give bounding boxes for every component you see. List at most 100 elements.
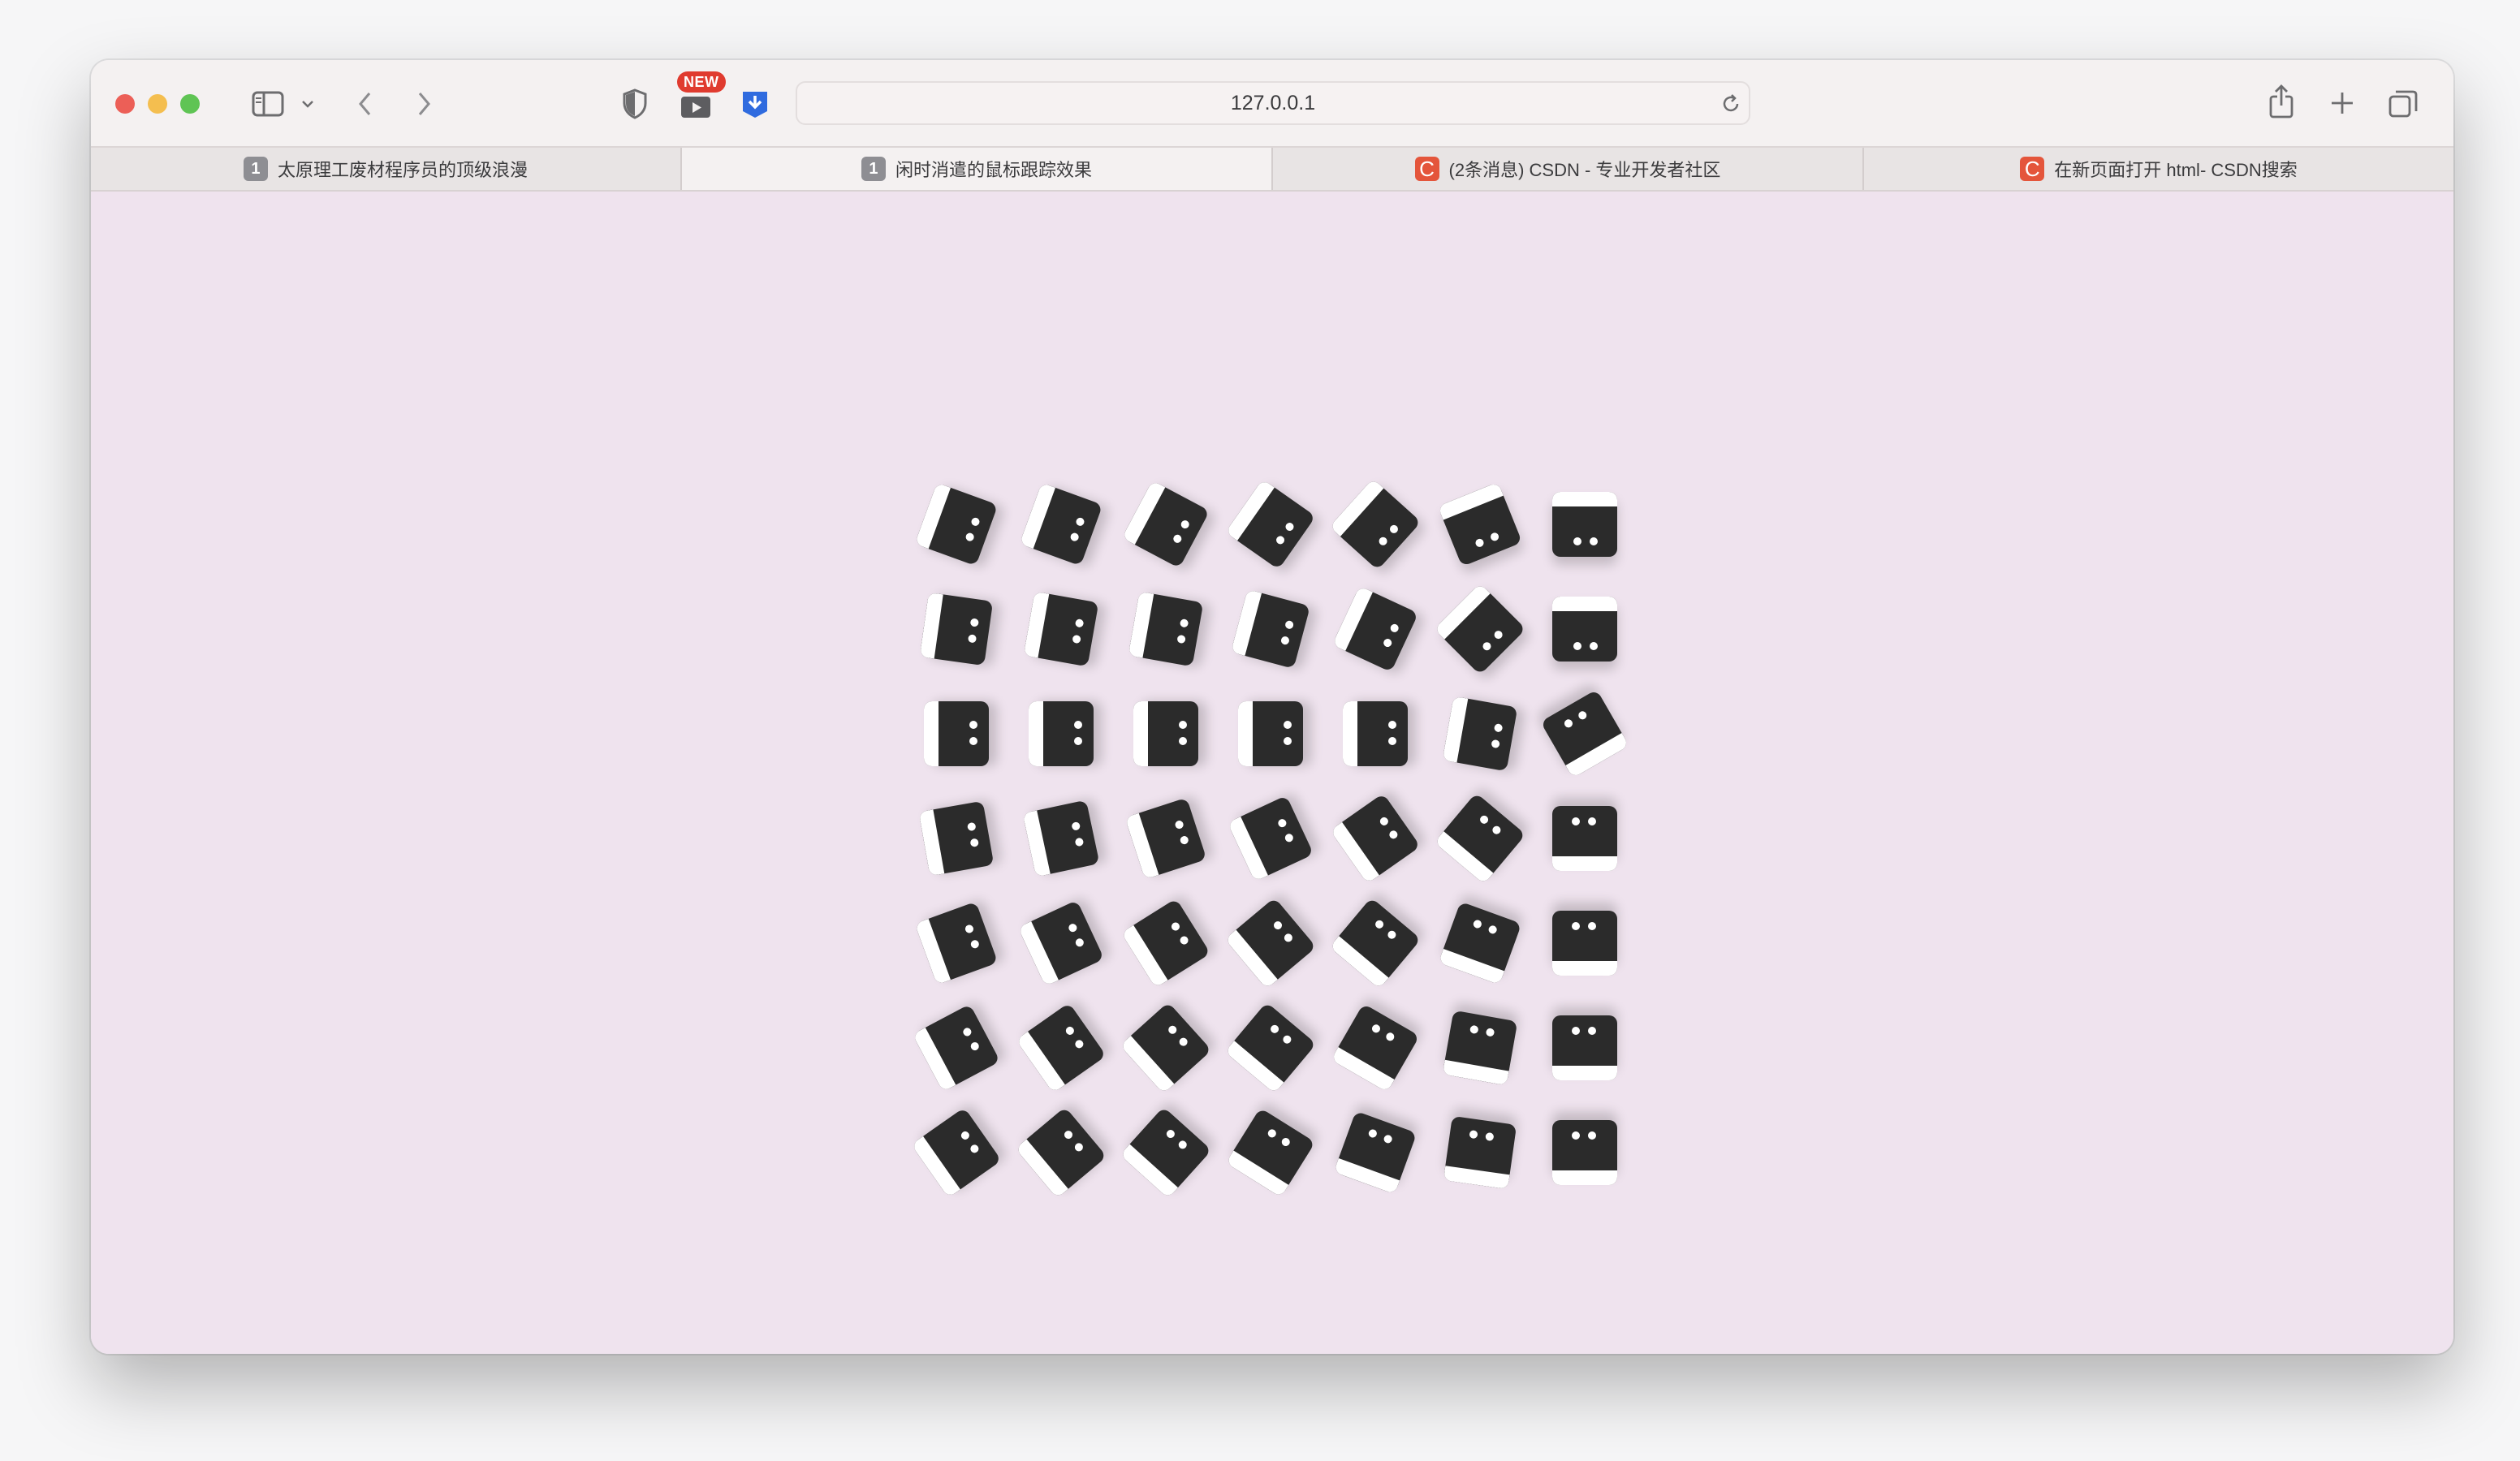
- face-box: [912, 1003, 1001, 1093]
- face-eye-left: [1172, 533, 1184, 545]
- face-eye-right: [1478, 813, 1491, 825]
- face-box: [1224, 1002, 1317, 1094]
- sidebar-icon[interactable]: [250, 89, 286, 119]
- shield-icon[interactable]: [620, 88, 649, 120]
- face-cell: [1533, 891, 1637, 995]
- face-strip: [1225, 479, 1275, 541]
- face-strip: [1015, 1139, 1068, 1199]
- face-box: [1120, 898, 1211, 989]
- face-strip: [1120, 1144, 1179, 1199]
- download-extension-icon[interactable]: [739, 88, 771, 120]
- face-box: [1333, 1110, 1418, 1195]
- face-box: [1017, 899, 1105, 987]
- face-strip: [1552, 1066, 1617, 1080]
- face-eye-left: [1279, 636, 1291, 646]
- tab-1[interactable]: 1 太原理工废材程序员的顶级浪漫: [91, 148, 682, 190]
- face-strip: [1017, 921, 1059, 987]
- face-cell: [1323, 1101, 1427, 1205]
- face-eye-left: [1588, 922, 1596, 930]
- face-cell: [904, 787, 1008, 890]
- face-cell: [904, 1101, 1008, 1205]
- face-eye-left: [1284, 832, 1295, 843]
- close-window-button[interactable]: [115, 94, 135, 114]
- face-strip: [1238, 701, 1253, 766]
- face-strip: [1333, 1157, 1400, 1195]
- address-bar[interactable]: 127.0.0.1: [796, 81, 1750, 125]
- face-eye-right: [970, 516, 981, 528]
- face-cell: [1009, 472, 1113, 576]
- face-strip: [1225, 1150, 1289, 1198]
- face-box: [919, 592, 994, 666]
- zoom-window-button[interactable]: [180, 94, 200, 114]
- face-cell: [1009, 577, 1113, 681]
- face-cell: [1533, 1101, 1637, 1205]
- face-eye-left: [1588, 1131, 1596, 1140]
- video-extension-icon[interactable]: [679, 89, 713, 120]
- face-strip: [1442, 1059, 1509, 1086]
- back-icon[interactable]: [354, 89, 377, 119]
- face-cell: [1428, 577, 1532, 681]
- face-box: [1128, 591, 1204, 667]
- face-box: [1227, 795, 1314, 882]
- tab-3[interactable]: C (2条消息) CSDN - 专业开发者社区: [1273, 148, 1864, 190]
- face-eye-right: [1174, 819, 1184, 830]
- face-strip: [1438, 948, 1505, 985]
- tab-favicon: 1: [861, 157, 886, 181]
- face-cell: [1009, 1101, 1113, 1205]
- minimize-window-button[interactable]: [148, 94, 167, 114]
- face-cell: [1533, 682, 1637, 786]
- share-icon[interactable]: [2267, 83, 2296, 120]
- face-strip: [1552, 856, 1617, 871]
- face-box: [1552, 911, 1617, 976]
- tab-4[interactable]: C 在新页面打开 html- CSDN搜索: [1864, 148, 2453, 190]
- face-eye-left: [1487, 924, 1499, 935]
- face-strip: [1128, 591, 1154, 658]
- face-eye-left: [1074, 937, 1085, 948]
- tab-title: (2条消息) CSDN - 专业开发者社区: [1448, 160, 1721, 180]
- chevron-down-icon[interactable]: [299, 96, 317, 112]
- face-eye-left: [1275, 534, 1287, 546]
- face-box: [1225, 1107, 1316, 1198]
- face-cell: [1114, 682, 1218, 786]
- face-eye-left: [1491, 824, 1503, 836]
- new-badge: NEW: [677, 71, 726, 93]
- tab-title: 太原理工废材程序员的顶级浪漫: [277, 160, 528, 180]
- face-strip: [1019, 482, 1056, 549]
- new-tab-icon[interactable]: [2328, 89, 2356, 117]
- face-strip: [1552, 597, 1617, 611]
- face-box: [1224, 897, 1317, 989]
- face-strip: [1120, 924, 1168, 989]
- face-cell: [904, 996, 1008, 1100]
- face-cell: [1533, 996, 1637, 1100]
- face-eye-right: [1266, 1127, 1278, 1140]
- forward-icon[interactable]: [412, 89, 435, 119]
- face-cell: [1114, 996, 1218, 1100]
- reload-icon[interactable]: [1720, 93, 1742, 115]
- tab-overview-icon[interactable]: [2387, 88, 2419, 120]
- face-eye-left: [969, 1041, 981, 1052]
- face-eye-right: [1572, 817, 1580, 825]
- face-eye-left: [1573, 642, 1581, 650]
- face-eye-right: [1075, 516, 1085, 528]
- face-eye-right: [1370, 1023, 1382, 1035]
- face-eye-left: [1377, 535, 1389, 547]
- face-eye-right: [1064, 1024, 1076, 1036]
- face-cell: [1428, 472, 1532, 576]
- face-eye-right: [969, 721, 977, 729]
- face-cell: [1533, 787, 1637, 890]
- face-cell: [1219, 1101, 1323, 1205]
- face-box: [911, 1107, 1002, 1198]
- face-box: [1238, 701, 1303, 766]
- face-eye-right: [1067, 922, 1079, 933]
- face-strip: [1331, 1047, 1395, 1093]
- face-box: [1331, 585, 1419, 673]
- face-eye-right: [1179, 721, 1187, 729]
- face-eye-left: [1485, 1028, 1495, 1037]
- face-cell: [1428, 1101, 1532, 1205]
- face-cell: [1428, 682, 1532, 786]
- page-content[interactable]: [91, 192, 2453, 1354]
- tab-2-active[interactable]: 1 闲时消遣的鼠标跟踪效果: [682, 148, 1273, 190]
- face-box: [1023, 591, 1099, 667]
- face-box: [1133, 701, 1198, 766]
- face-eye-right: [1164, 1127, 1176, 1140]
